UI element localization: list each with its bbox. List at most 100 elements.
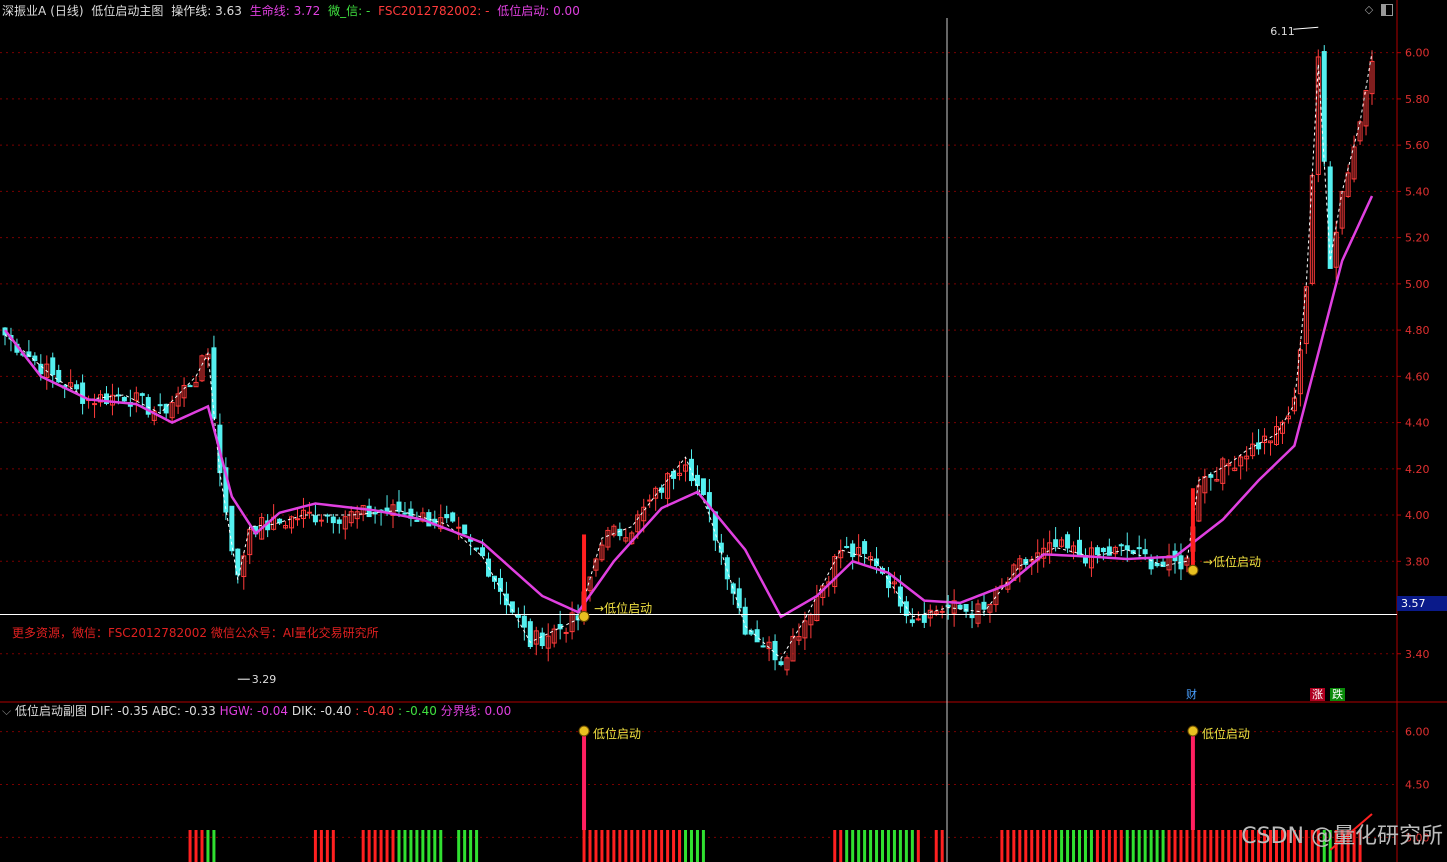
sub-bar — [212, 830, 216, 862]
candle-body — [694, 474, 700, 486]
sub-bar — [439, 830, 443, 862]
sub-bar — [1018, 830, 1022, 862]
sub-bar — [624, 830, 628, 862]
candle-body — [671, 471, 677, 479]
sub-bar — [1161, 830, 1165, 862]
y-tick-label: 5.00 — [1405, 278, 1430, 291]
candle-body — [444, 514, 450, 519]
period-label[interactable]: (日线) — [50, 4, 83, 18]
sub-signal-label: 低位启动 — [593, 726, 641, 741]
sub-bar — [1191, 830, 1195, 862]
chart-window: 3.40 3.80 4.00 4.20 4.40 4.60 4.80 5.00 5.20 5.40… — [0, 0, 1447, 862]
candle-body — [396, 501, 402, 512]
chart-canvas[interactable]: 3.40 3.80 4.00 4.20 4.40 4.60 4.80 5.00 5.20 5.40… — [0, 0, 1447, 862]
sub-bar — [1107, 830, 1111, 862]
sub-bar — [857, 830, 861, 862]
sub-bar — [678, 830, 682, 862]
candle-body — [1256, 442, 1262, 450]
candle-body — [1076, 539, 1082, 556]
indicator-name[interactable]: 低位启动主图 — [91, 4, 163, 18]
candle-body — [981, 601, 987, 610]
collapse-icon[interactable]: ⌵ — [2, 704, 11, 718]
candle-body — [330, 516, 336, 524]
sub-bar — [666, 830, 670, 862]
y-tick-label: 4.60 — [1405, 370, 1430, 383]
sub-y-tick-label: 6.00 — [1405, 726, 1430, 739]
sub-bar — [904, 830, 908, 862]
sub-bar — [415, 830, 419, 862]
sub-bar — [898, 830, 902, 862]
sub-bar — [642, 830, 646, 862]
candle-body — [38, 363, 44, 375]
window-toggle-icon[interactable] — [1381, 4, 1393, 16]
sub-bar — [833, 830, 837, 862]
main-header: 深振业A (日线) 低位启动主图 操作线: 3.63 生命线: 3.72 微_信:… — [2, 4, 584, 18]
candle-body — [1094, 547, 1100, 555]
sub-indicator-name[interactable]: 低位启动副图 — [15, 704, 87, 718]
sub-bar — [403, 830, 407, 862]
y-tick-label: 5.80 — [1405, 93, 1430, 106]
sub-bar — [1209, 830, 1213, 862]
y-tick-label: 4.40 — [1405, 417, 1430, 430]
candle-body — [336, 519, 342, 524]
sub-money-bag-icon — [1187, 725, 1199, 737]
candle-body — [1053, 539, 1059, 548]
signal-red-bar — [1190, 488, 1195, 569]
sub-bar — [1179, 830, 1183, 862]
sub-bar — [630, 830, 634, 862]
life-line — [4, 195, 1374, 619]
v1-value: : -0.40 — [355, 704, 395, 718]
candle-body — [366, 505, 372, 518]
candle-body — [295, 518, 301, 521]
sub-bar — [689, 830, 693, 862]
badge-cai[interactable]: 财 — [1184, 688, 1199, 701]
sub-bar — [421, 830, 425, 862]
sub-bar — [457, 830, 461, 862]
sub-bar — [1048, 830, 1052, 862]
y-tick-label: 3.80 — [1405, 555, 1430, 568]
sub-bar — [594, 830, 598, 862]
badge-die[interactable]: 跌 — [1330, 688, 1345, 701]
sub-bar — [1000, 830, 1004, 862]
candle-body — [50, 357, 56, 376]
sub-y-tick-label: 4.50 — [1405, 778, 1430, 791]
sub-bar — [1072, 830, 1076, 862]
sub-bar — [188, 830, 192, 862]
candle-body — [74, 384, 80, 390]
candle-body — [456, 526, 462, 529]
candle-body — [1065, 534, 1071, 549]
sub-bar — [851, 830, 855, 862]
current-price-tag: 3.57 — [1397, 596, 1447, 611]
candle-body — [1124, 545, 1130, 551]
candle-body — [850, 543, 856, 558]
y-tick-label: 5.40 — [1405, 185, 1430, 198]
candle-body — [903, 601, 909, 617]
badge-zhang[interactable]: 涨 — [1310, 688, 1325, 701]
sub-bar — [367, 830, 371, 862]
sub-bar — [940, 830, 944, 862]
sub-bar — [469, 830, 473, 862]
sub-header: ⌵ 低位启动副图 DIF: -0.35 ABC: -0.33 HGW: -0.0… — [2, 704, 511, 718]
sub-bar — [1137, 830, 1141, 862]
candle-body — [1136, 547, 1142, 550]
sub-bar — [582, 830, 586, 862]
sub-bar — [1197, 830, 1201, 862]
candle-body — [1142, 549, 1148, 555]
sub-bar — [863, 830, 867, 862]
sub-bar — [1185, 830, 1189, 862]
sub-bar — [684, 830, 688, 862]
sub-bar — [361, 830, 365, 862]
diamond-icon[interactable]: ◇ — [1363, 4, 1375, 16]
min-label: 3.29 — [252, 673, 277, 686]
sub-bar — [409, 830, 413, 862]
money-bag-icon — [1187, 564, 1199, 576]
sub-bar — [892, 830, 896, 862]
stock-name[interactable]: 深振业A — [2, 4, 46, 18]
sub-bar — [373, 830, 377, 862]
candle-body — [563, 631, 569, 634]
sub-bar — [886, 830, 890, 862]
candle-body — [772, 640, 778, 661]
window-toggle-fill — [1382, 5, 1386, 15]
candle-body — [862, 541, 868, 554]
sub-bar — [1089, 830, 1093, 862]
